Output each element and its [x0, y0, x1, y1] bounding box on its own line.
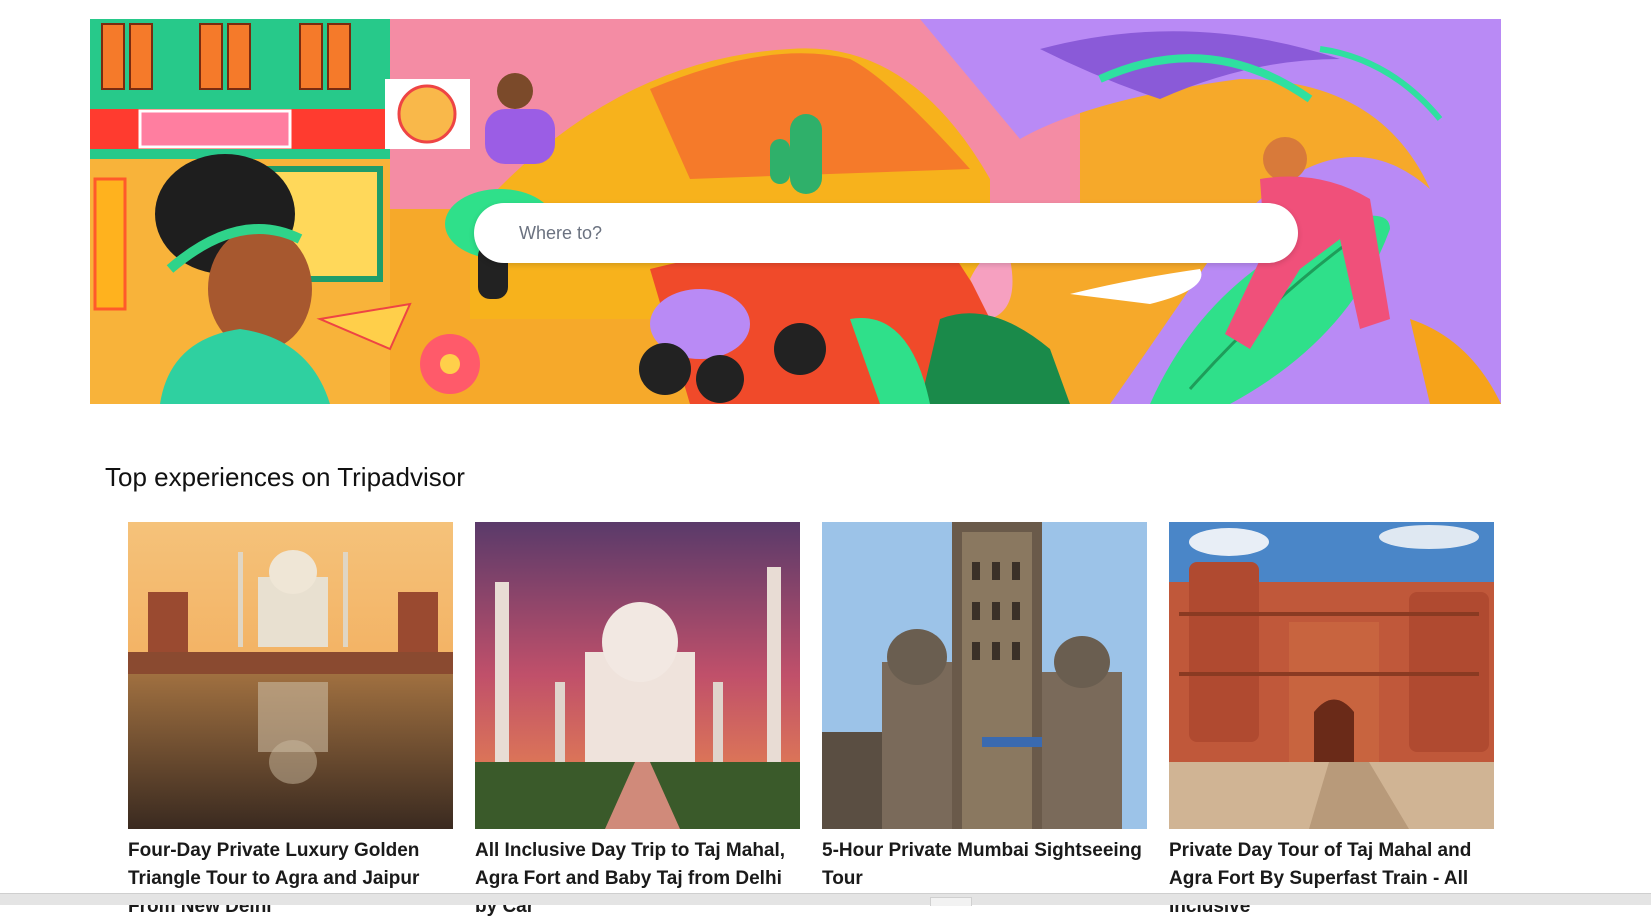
scroll-thumb[interactable] [930, 897, 972, 906]
card-title[interactable]: 5-Hour Private Mumbai Sightseeing Tour [822, 837, 1147, 893]
experience-card[interactable]: 5-Hour Private Mumbai Sightseeing Tour [822, 522, 1147, 893]
taj-mahal-sunset-image[interactable] [475, 522, 800, 829]
mumbai-municipal-building-image[interactable] [822, 522, 1147, 829]
experience-card[interactable]: All Inclusive Day Trip to Taj Mahal, Agr… [475, 522, 800, 921]
section-title: Top experiences on Tripadvisor [105, 462, 465, 492]
card-title[interactable]: Private Day Tour of Taj Mahal and Agra F… [1169, 837, 1494, 921]
experience-card[interactable]: Four-Day Private Luxury Golden Triangle … [128, 522, 453, 921]
search-input[interactable] [517, 221, 1278, 245]
hero-banner [90, 19, 1501, 404]
bottom-scrollbar[interactable] [0, 893, 1651, 906]
taj-mahal-reflection-image[interactable] [128, 522, 453, 829]
experience-card[interactable]: Private Day Tour of Taj Mahal and Agra F… [1169, 522, 1494, 921]
agra-fort-image[interactable] [1169, 522, 1494, 829]
card-title[interactable]: All Inclusive Day Trip to Taj Mahal, Agr… [475, 837, 800, 921]
card-title[interactable]: Four-Day Private Luxury Golden Triangle … [128, 837, 453, 921]
search-bar[interactable] [474, 203, 1298, 263]
experience-cards: Four-Day Private Luxury Golden Triangle … [128, 522, 1518, 917]
